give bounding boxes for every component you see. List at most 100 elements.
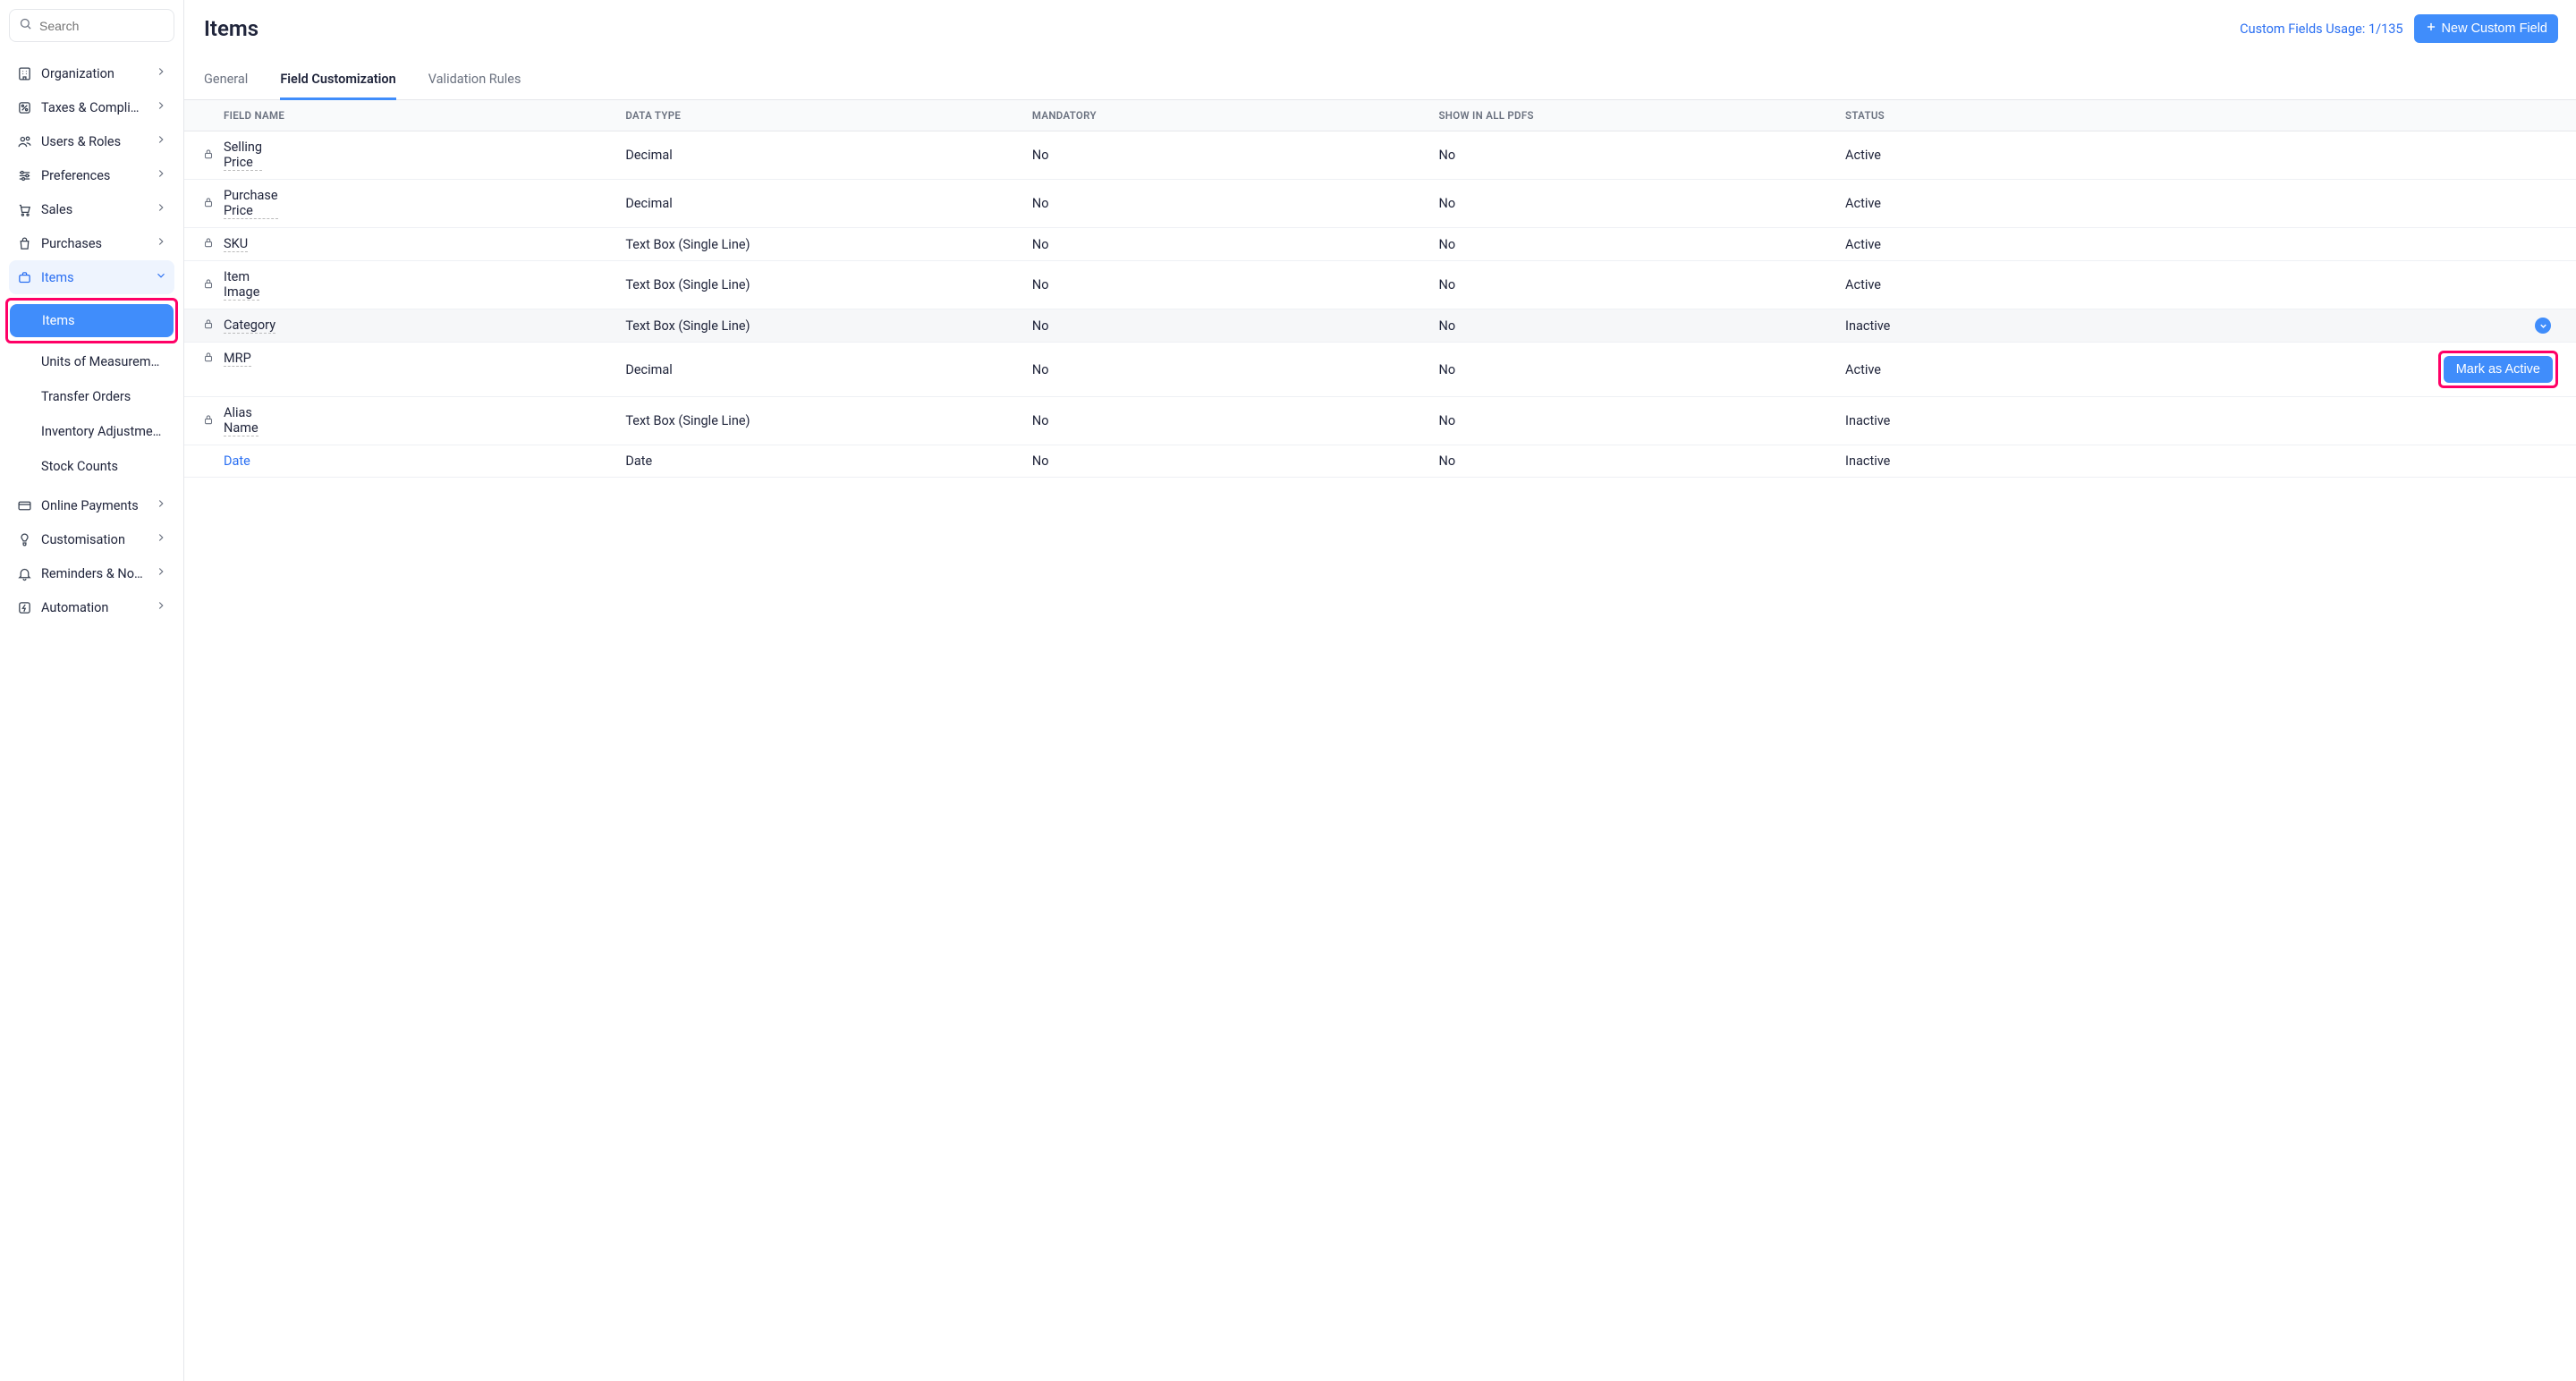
tab-field-customization[interactable]: Field Customization — [280, 63, 395, 100]
table-row[interactable]: MRPDecimalNoNoActiveMark as Active — [184, 343, 2576, 397]
sidebar-item-reminders[interactable]: Reminders & Notific… — [9, 556, 174, 590]
cell-mandatory: No — [1021, 309, 1428, 343]
table-row[interactable]: CategoryText Box (Single Line)NoNoInacti… — [184, 309, 2576, 343]
percent-icon — [16, 99, 32, 115]
cell-data-type: Text Box (Single Line) — [614, 397, 1021, 445]
header-actions: Custom Fields Usage: 1/135 New Custom Fi… — [2240, 14, 2558, 43]
th-action — [2193, 100, 2576, 131]
sidebar-item-organization[interactable]: Organization — [9, 56, 174, 90]
sliders-icon — [16, 167, 32, 183]
cell-data-type: Decimal — [614, 180, 1021, 228]
cell-show-in-pdfs: No — [1428, 397, 1835, 445]
new-custom-field-button[interactable]: New Custom Field — [2414, 14, 2558, 43]
sidebar-item-label: Items — [41, 270, 146, 285]
briefcase-icon — [16, 269, 32, 285]
sidebar-subitem-units[interactable]: Units of Measurement — [9, 345, 174, 378]
sidebar-item-label: Purchases — [41, 236, 146, 251]
bell-icon — [16, 565, 32, 581]
lock-icon — [202, 148, 215, 164]
th-mandatory: MANDATORY — [1021, 100, 1428, 131]
sidebar-item-sales[interactable]: Sales — [9, 192, 174, 226]
cell-status: Active — [1835, 180, 2193, 228]
sidebar-subitem-transfer-orders[interactable]: Transfer Orders — [9, 380, 174, 413]
chevron-right-icon — [155, 167, 167, 183]
sidebar-item-label: Automation — [41, 600, 146, 615]
page-title: Items — [204, 16, 258, 41]
cell-mandatory: No — [1021, 180, 1428, 228]
sidebar-items-submenu: Items Units of Measurement Transfer Orde… — [9, 298, 174, 483]
cell-mandatory: No — [1021, 228, 1428, 261]
search-input[interactable] — [39, 19, 165, 33]
card-icon — [16, 497, 32, 513]
sidebar-subitem-items[interactable]: Items — [10, 304, 174, 337]
th-show-in-pdfs: SHOW IN ALL PDFS — [1428, 100, 1835, 131]
sidebar-item-label: Reminders & Notific… — [41, 566, 146, 581]
cell-action — [2193, 180, 2576, 228]
cell-status: Active — [1835, 228, 2193, 261]
sidebar-item-label: Sales — [41, 202, 146, 217]
building-icon — [16, 65, 32, 81]
custom-fields-usage-link[interactable]: Custom Fields Usage: 1/135 — [2240, 21, 2402, 37]
table-row[interactable]: Alias NameText Box (Single Line)NoNoInac… — [184, 397, 2576, 445]
cell-show-in-pdfs: No — [1428, 309, 1835, 343]
cell-show-in-pdfs: No — [1428, 343, 1835, 397]
tab-validation-rules[interactable]: Validation Rules — [428, 63, 521, 100]
cell-status: Inactive — [1835, 397, 2193, 445]
row-dropdown-toggle[interactable] — [2535, 318, 2551, 334]
cell-data-type: Decimal — [614, 131, 1021, 180]
cell-action — [2193, 445, 2576, 478]
sidebar-item-label: Preferences — [41, 168, 146, 183]
sidebar-item-purchases[interactable]: Purchases — [9, 226, 174, 260]
sidebar-item-label: Organization — [41, 66, 146, 81]
mark-as-active-button[interactable]: Mark as Active — [2444, 356, 2553, 383]
cell-status: Active — [1835, 343, 2193, 397]
sidebar-item-label: Taxes & Compliance — [41, 100, 146, 115]
sidebar-item-label: Customisation — [41, 532, 146, 547]
sidebar-subitem-inventory-adjustments[interactable]: Inventory Adjustme… — [9, 415, 174, 448]
sidebar-item-online-payments[interactable]: Online Payments — [9, 488, 174, 522]
plus-icon — [2425, 21, 2437, 37]
table-row[interactable]: Purchase PriceDecimalNoNoActive — [184, 180, 2576, 228]
lock-icon — [202, 351, 215, 367]
chevron-right-icon — [155, 235, 167, 251]
field-name-text[interactable]: Category — [224, 318, 275, 334]
cell-action — [2193, 131, 2576, 180]
chevron-right-icon — [155, 133, 167, 149]
sidebar-item-automation[interactable]: Automation — [9, 590, 174, 624]
lock-icon — [202, 196, 215, 212]
chevron-right-icon — [155, 599, 167, 615]
cell-data-type: Text Box (Single Line) — [614, 261, 1021, 309]
field-name-text[interactable]: Alias Name — [224, 405, 258, 436]
chevron-right-icon — [155, 201, 167, 217]
field-name-text[interactable]: MRP — [224, 351, 251, 367]
sidebar-item-customisation[interactable]: Customisation — [9, 522, 174, 556]
chevron-right-icon — [155, 531, 167, 547]
cell-status: Inactive — [1835, 309, 2193, 343]
search-box[interactable] — [9, 9, 174, 42]
table-row[interactable]: Item ImageText Box (Single Line)NoNoActi… — [184, 261, 2576, 309]
table-row[interactable]: SKUText Box (Single Line)NoNoActive — [184, 228, 2576, 261]
highlight-annotation: Mark as Active — [2438, 351, 2558, 388]
tab-general[interactable]: General — [204, 63, 248, 100]
bag-icon — [16, 235, 32, 251]
table-row[interactable]: Selling PriceDecimalNoNoActive — [184, 131, 2576, 180]
cell-action — [2193, 309, 2576, 343]
sidebar-subitem-stock-counts[interactable]: Stock Counts — [9, 450, 174, 483]
field-name-text[interactable]: Item Image — [224, 269, 259, 301]
cell-status: Active — [1835, 131, 2193, 180]
sidebar-item-preferences[interactable]: Preferences — [9, 158, 174, 192]
field-name-text[interactable]: Purchase Price — [224, 188, 278, 219]
cell-mandatory: No — [1021, 131, 1428, 180]
th-data-type: DATA TYPE — [614, 100, 1021, 131]
sidebar-item-label: Online Payments — [41, 498, 146, 513]
sidebar-item-items[interactable]: Items — [9, 260, 174, 294]
field-name-text[interactable]: Date — [224, 453, 250, 469]
field-name-text[interactable]: Selling Price — [224, 140, 262, 171]
sidebar-item-taxes[interactable]: Taxes & Compliance — [9, 90, 174, 124]
cell-show-in-pdfs: No — [1428, 228, 1835, 261]
field-name-text[interactable]: SKU — [224, 236, 248, 252]
sidebar-item-users-roles[interactable]: Users & Roles — [9, 124, 174, 158]
chevron-down-icon — [155, 269, 167, 285]
table-row[interactable]: DateDateNoNoInactive — [184, 445, 2576, 478]
cell-show-in-pdfs: No — [1428, 180, 1835, 228]
